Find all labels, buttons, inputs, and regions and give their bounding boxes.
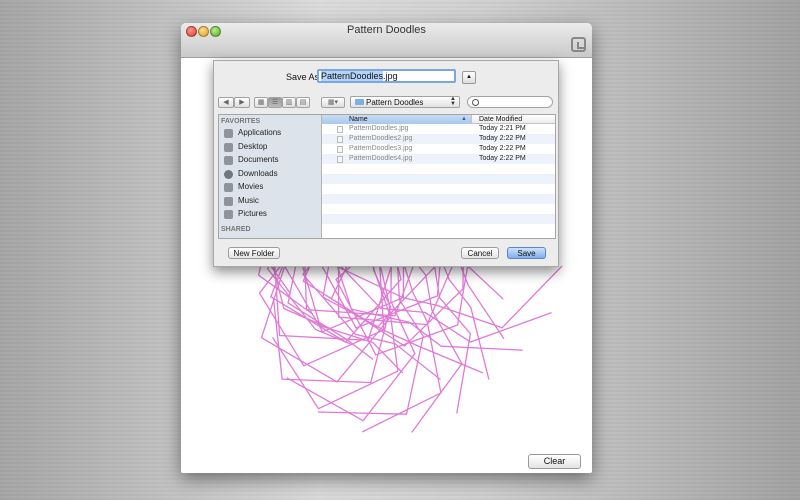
applications-icon	[224, 129, 233, 138]
file-row[interactable]: PatternDoodles4.jpg Today 2:22 PM	[322, 154, 555, 164]
music-icon	[224, 197, 233, 206]
search-field[interactable]	[467, 96, 553, 108]
file-name: PatternDoodles2.jpg	[349, 135, 413, 142]
file-browser: FAVORITES Applications Desktop Documents…	[218, 114, 556, 239]
location-popup[interactable]: Pattern Doodles ▲ ▼	[350, 96, 460, 108]
desktop-icon	[224, 143, 233, 152]
sidebar-item-movies[interactable]: Movies	[224, 181, 263, 193]
arrange-icon: ▦▾	[327, 99, 339, 106]
save-dialog: Save As: PatternDoodles.jpg ▲ ◀ ▶ ▦ ☰ ▥ …	[213, 60, 559, 267]
file-date: Today 2:22 PM	[479, 135, 526, 142]
location-label: Pattern Doodles	[366, 98, 424, 107]
list-icon: ☰	[271, 99, 279, 106]
file-date: Today 2:22 PM	[479, 145, 526, 152]
sidebar-item-documents[interactable]: Documents	[224, 154, 278, 166]
sidebar-item-applications[interactable]: Applications	[224, 127, 281, 139]
filename-field[interactable]: PatternDoodles.jpg	[317, 69, 456, 83]
list-view-button[interactable]: ☰	[268, 97, 282, 108]
forward-button[interactable]: ▶	[234, 97, 250, 108]
sidebar-item-downloads[interactable]: Downloads	[224, 168, 278, 180]
sidebar: FAVORITES Applications Desktop Documents…	[219, 115, 322, 238]
filename-selected-text: PatternDoodles	[321, 71, 384, 81]
file-name: PatternDoodles4.jpg	[349, 155, 413, 162]
cancel-button[interactable]: Cancel	[461, 247, 499, 259]
sort-ascending-icon: ▲	[461, 116, 467, 122]
clear-button[interactable]: Clear	[528, 454, 581, 469]
file-row[interactable]: PatternDoodles3.jpg Today 2:22 PM	[322, 144, 555, 154]
sidebar-item-pictures[interactable]: Pictures	[224, 208, 267, 220]
empty-row	[322, 224, 555, 234]
forward-arrow-icon: ▶	[239, 99, 245, 106]
sidebar-item-label: Downloads	[238, 169, 278, 178]
grid-icon: ▦	[257, 99, 265, 106]
sidebar-item-label: Music	[238, 196, 259, 205]
favorites-heading: FAVORITES	[221, 118, 261, 125]
name-column-label: Name	[349, 116, 368, 123]
file-date: Today 2:21 PM	[479, 125, 526, 132]
shared-heading: SHARED	[221, 226, 251, 233]
file-row[interactable]: PatternDoodles2.jpg Today 2:22 PM	[322, 134, 555, 144]
new-folder-button[interactable]: New Folder	[228, 247, 280, 259]
save-button[interactable]: Save	[507, 247, 546, 259]
image-file-icon	[337, 136, 343, 143]
coverflow-icon: ▤	[299, 99, 307, 106]
file-date: Today 2:22 PM	[479, 155, 526, 162]
image-file-icon	[337, 126, 343, 133]
filename-extension: .jpg	[383, 71, 398, 81]
downloads-icon	[224, 170, 233, 179]
title-bar[interactable]: Pattern Doodles	[181, 23, 592, 58]
file-name: PatternDoodles.jpg	[349, 125, 409, 132]
sidebar-item-desktop[interactable]: Desktop	[224, 141, 267, 153]
date-column-header[interactable]: Date Modified	[479, 115, 522, 124]
sidebar-item-label: Applications	[238, 128, 282, 137]
empty-row	[322, 174, 555, 184]
expand-dialog-button[interactable]: ▲	[462, 71, 476, 84]
icon-view-button[interactable]: ▦	[254, 97, 268, 108]
file-name: PatternDoodles3.jpg	[349, 145, 413, 152]
sidebar-item-label: Pictures	[238, 209, 267, 218]
save-image-icon[interactable]	[571, 37, 586, 52]
pictures-icon	[224, 210, 233, 219]
folder-icon	[355, 99, 364, 105]
empty-row	[322, 214, 555, 224]
triangle-up-icon: ▲	[466, 74, 472, 80]
arrange-button[interactable]: ▦▾	[321, 97, 345, 108]
column-header: Name ▲ Date Modified	[322, 115, 555, 124]
documents-icon	[224, 156, 233, 165]
back-arrow-icon: ◀	[223, 99, 229, 106]
columns-icon: ▥	[285, 99, 293, 106]
file-row[interactable]: PatternDoodles.jpg Today 2:21 PM	[322, 124, 555, 134]
empty-row	[322, 164, 555, 174]
window-title: Pattern Doodles	[347, 24, 426, 36]
column-view-button[interactable]: ▥	[282, 97, 296, 108]
back-button[interactable]: ◀	[218, 97, 234, 108]
empty-row	[322, 204, 555, 214]
coverflow-view-button[interactable]: ▤	[296, 97, 310, 108]
image-file-icon	[337, 156, 343, 163]
sidebar-item-label: Desktop	[238, 142, 268, 151]
image-file-icon	[337, 146, 343, 153]
empty-row	[322, 194, 555, 204]
sidebar-item-label: Movies	[238, 182, 264, 191]
movies-icon	[224, 183, 233, 192]
sidebar-item-label: Documents	[238, 155, 279, 164]
sidebar-item-music[interactable]: Music	[224, 195, 259, 207]
search-icon	[472, 99, 479, 106]
empty-row	[322, 184, 555, 194]
name-column-header[interactable]: Name ▲	[322, 115, 472, 124]
file-list: Name ▲ Date Modified PatternDoodles.jpg To…	[322, 115, 555, 238]
popup-arrows-icon: ▲ ▼	[450, 96, 456, 107]
